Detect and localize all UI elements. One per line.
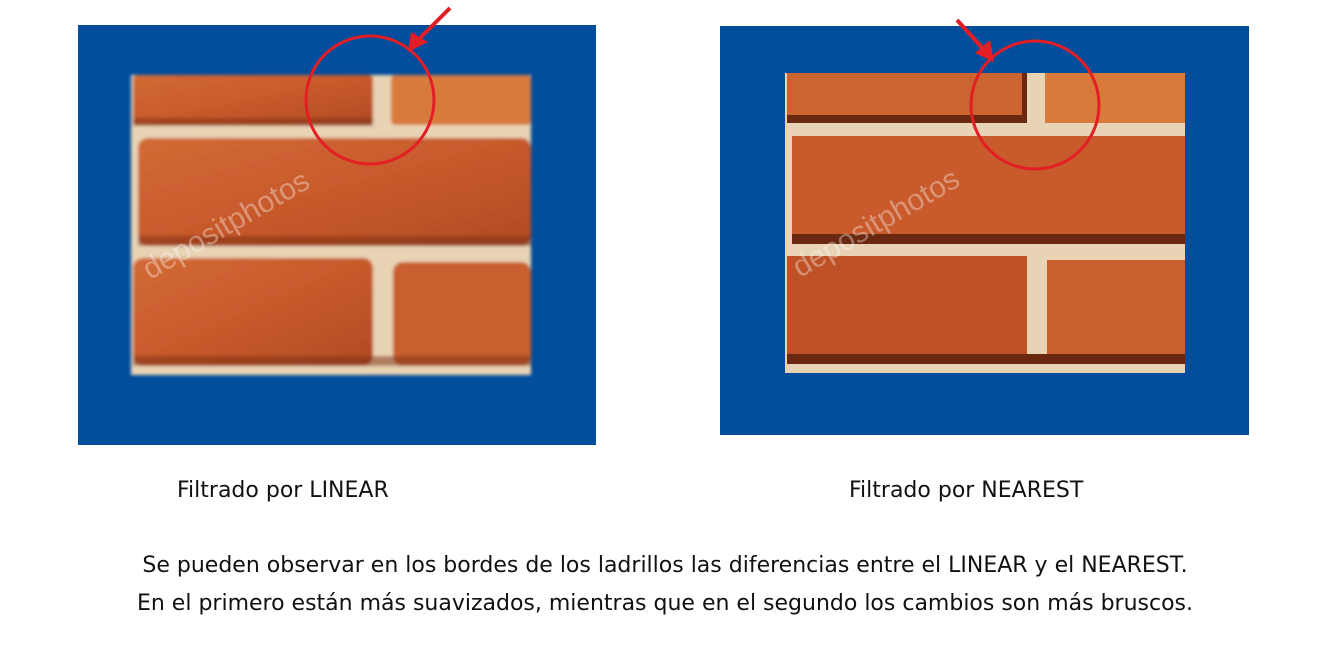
nearest-panel: depositphotos Filtrado por NEAREST <box>0 0 1344 503</box>
nearest-figure: depositphotos <box>720 18 1249 435</box>
linear-caption: Filtrado por LINEAR <box>177 478 389 503</box>
nearest-caption: Filtrado por NEAREST <box>849 478 1084 503</box>
description-line-1: Se pueden observar en los bordes de los … <box>142 553 1188 578</box>
description-line-2: En el primero están más suavizados, mien… <box>136 591 1194 616</box>
